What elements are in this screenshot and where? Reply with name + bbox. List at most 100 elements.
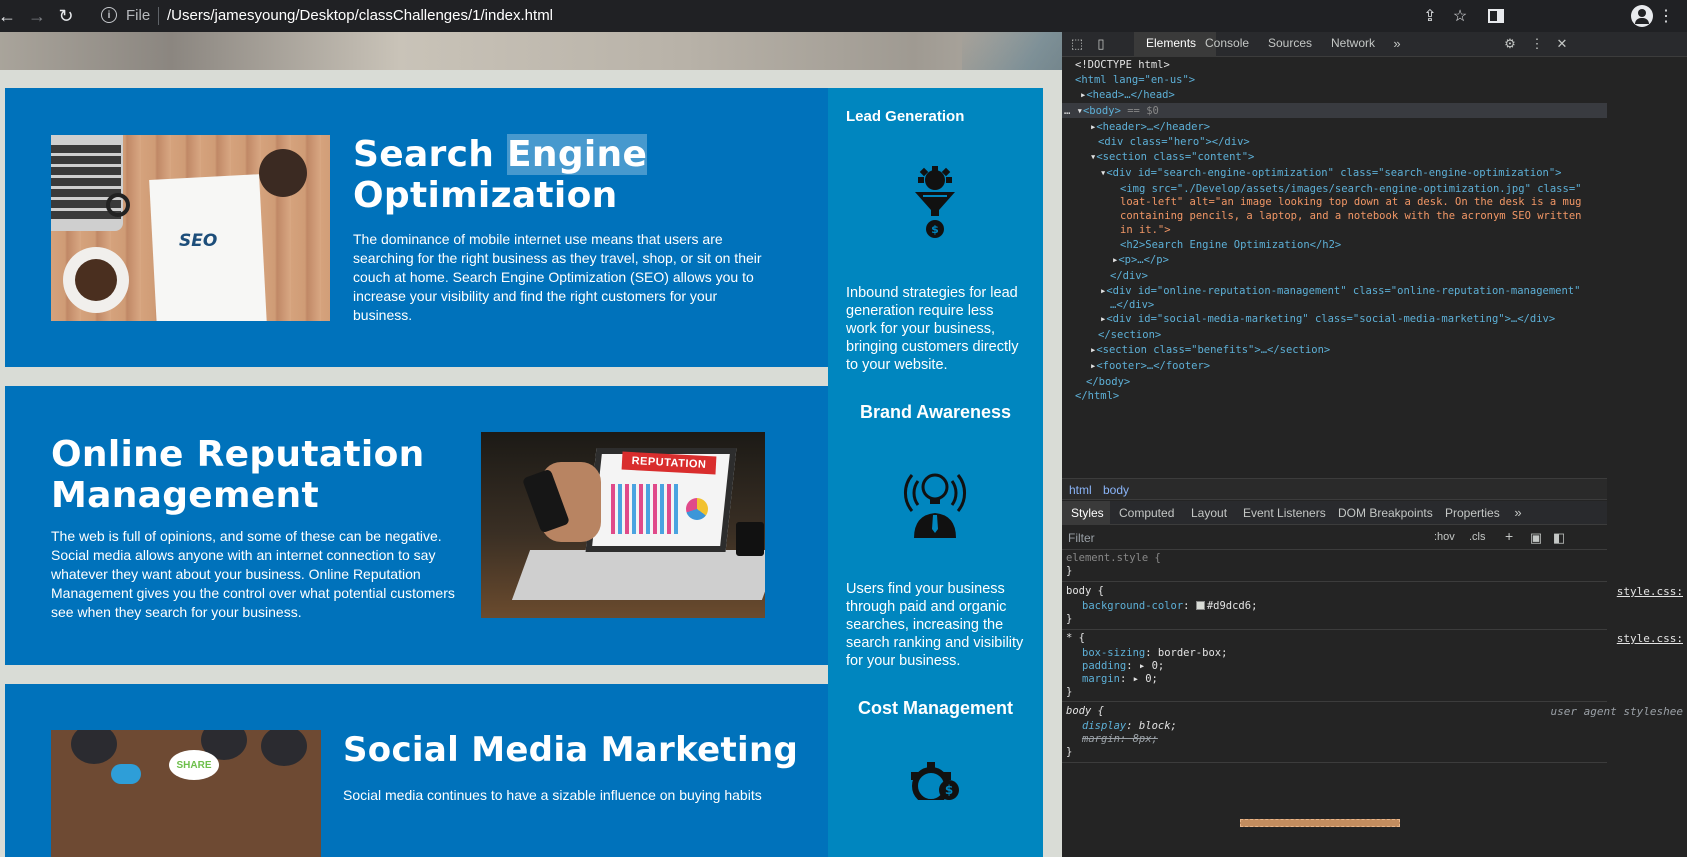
color-swatch[interactable] — [1195, 601, 1205, 610]
dom-section-content[interactable]: ▾<section class="content"> — [1090, 150, 1254, 164]
dom-img-line-3[interactable]: containing pencils, a laptop, and a note… — [1120, 209, 1581, 223]
orm-image: REPUTATION — [481, 432, 765, 618]
dom-html-open[interactable]: <html lang="en-us"> — [1075, 73, 1195, 87]
rule-star-margin[interactable]: margin: ▸ 0; — [1082, 673, 1158, 686]
computed-styles-icon[interactable]: ▣ — [1529, 531, 1543, 545]
rule-star-source-link[interactable]: style.css: — [1617, 632, 1683, 645]
close-devtools-icon[interactable]: ✕ — [1555, 37, 1569, 51]
more-menu-icon[interactable]: ⋮ — [1656, 6, 1676, 26]
dom-p[interactable]: ▸<p>…</p> — [1112, 253, 1169, 267]
seo-image: SEO — [51, 135, 330, 321]
dom-div-smm[interactable]: ▸<div id="social-media-marketing" class=… — [1100, 312, 1555, 326]
dom-hero[interactable]: <div class="hero"></div> — [1098, 135, 1250, 149]
filter-input[interactable]: Filter — [1068, 531, 1095, 545]
dom-img-line-1[interactable]: <img src="./Develop/assets/images/search… — [1120, 182, 1581, 196]
dom-section-close[interactable]: </section> — [1098, 328, 1161, 342]
rule-element-style[interactable]: element.style { — [1066, 552, 1161, 565]
dom-html-close[interactable]: </html> — [1075, 389, 1119, 403]
hero-image — [0, 32, 1142, 70]
rule-star-box-sizing[interactable]: box-sizing: border-box; — [1082, 647, 1227, 660]
forward-arrow-icon[interactable]: → — [26, 6, 48, 26]
dom-div-orm-close[interactable]: …</div> — [1110, 298, 1154, 312]
smm-card: SHARE Social Media Marketing Social medi… — [5, 684, 874, 857]
tab-computed[interactable]: Computed — [1119, 506, 1174, 520]
styles-filter-bar: Filter :hov .cls + ▣ ◧ — [1062, 526, 1607, 550]
new-rule-button[interactable]: + — [1505, 528, 1513, 544]
dom-body-close[interactable]: </body> — [1086, 375, 1130, 389]
dom-head[interactable]: ▸<head>…</head> — [1080, 88, 1175, 102]
tab-network[interactable]: Network — [1331, 36, 1375, 50]
dom-footer[interactable]: ▸<footer>…</footer> — [1090, 359, 1210, 373]
brand-awareness-body: Users find your business through paid an… — [846, 581, 1024, 669]
hov-toggle[interactable]: :hov — [1434, 531, 1455, 543]
tab-dom-breakpoints[interactable]: DOM Breakpoints — [1338, 506, 1433, 520]
orm-body: The web is full of opinions, and some of… — [51, 528, 455, 620]
benefits-aside: Lead Generation $ Inbound strategies for… — [828, 88, 1043, 857]
svg-text:$: $ — [945, 783, 953, 797]
rule-divider — [1062, 581, 1607, 582]
share-icon[interactable]: ⇪ — [1420, 6, 1440, 26]
rule-star-close: } — [1066, 686, 1073, 698]
tab-console[interactable]: Console — [1205, 36, 1249, 50]
tab-sources[interactable]: Sources — [1268, 36, 1312, 50]
tab-event-listeners[interactable]: Event Listeners — [1243, 506, 1326, 520]
gear-dollar-icon: $ — [905, 760, 965, 805]
dom-section-benefits[interactable]: ▸<section class="benefits">…</section> — [1090, 343, 1330, 357]
seo-card: SEO Search Engine Optimization The domina… — [5, 88, 874, 367]
tab-elements[interactable]: Elements — [1146, 36, 1196, 50]
profile-avatar[interactable] — [1631, 5, 1653, 27]
dom-breadcrumb: html body — [1062, 478, 1607, 500]
breadcrumb-html[interactable]: html — [1069, 483, 1092, 497]
dom-img-line-4[interactable]: in it."> — [1120, 223, 1171, 237]
inspect-element-icon[interactable]: ⬚ — [1070, 37, 1084, 51]
rule-ua-margin-overridden[interactable]: margin: 8px; — [1082, 733, 1158, 746]
bookmark-star-icon[interactable]: ☆ — [1450, 6, 1470, 26]
svg-text:$: $ — [931, 223, 939, 236]
rule-star-selector[interactable]: * { — [1066, 632, 1085, 645]
lead-generation-body: Inbound strategies for lead generation r… — [846, 285, 1019, 373]
device-toolbar-icon[interactable]: ▯ — [1094, 37, 1108, 51]
breadcrumb-body[interactable]: body — [1103, 483, 1129, 497]
box-model-diagram[interactable] — [1240, 819, 1400, 827]
more-tabs-icon[interactable]: » — [1390, 37, 1404, 51]
styles-tab-bar: Styles Computed Layout Event Listeners D… — [1062, 501, 1607, 525]
dom-div-close[interactable]: </div> — [1110, 269, 1148, 283]
side-panel-icon[interactable] — [1486, 6, 1506, 26]
rule-ua-selector[interactable]: body { — [1066, 705, 1104, 718]
dom-div-orm[interactable]: ▸<div id="online-reputation-management" … — [1100, 284, 1580, 298]
dom-doctype[interactable]: <!DOCTYPE html> — [1075, 58, 1170, 72]
rule-star-padding[interactable]: padding: ▸ 0; — [1082, 660, 1164, 673]
dom-img-line-2[interactable]: loat-left" alt="an image looking top dow… — [1120, 195, 1581, 209]
settings-gear-icon[interactable]: ⚙ — [1503, 37, 1517, 51]
cls-toggle[interactable]: .cls — [1469, 531, 1486, 543]
tab-layout[interactable]: Layout — [1191, 506, 1227, 520]
smm-body: Social media continues to have a sizable… — [343, 787, 762, 803]
more-style-tabs-icon[interactable]: » — [1511, 506, 1525, 520]
tab-properties[interactable]: Properties — [1445, 506, 1500, 520]
site-info-icon[interactable]: i — [101, 7, 117, 23]
dom-h2[interactable]: <h2>Search Engine Optimization</h2> — [1120, 238, 1341, 252]
address-bar-url[interactable]: /Users/jamesyoung/Desktop/classChallenge… — [167, 7, 553, 24]
rule-ua-close: } — [1066, 746, 1073, 758]
page-viewport: SEO Search Engine Optimization The domina… — [0, 32, 1142, 857]
dom-body-open[interactable]: … ▾<body> == $0 — [1064, 104, 1159, 118]
rule-element-style-close: } — [1066, 565, 1073, 577]
rule-divider — [1062, 762, 1607, 763]
devtools-menu-icon[interactable]: ⋮ — [1530, 37, 1544, 51]
rule-body-selector[interactable]: body { — [1066, 585, 1104, 598]
funnel-gear-dollar-icon: $ — [913, 166, 957, 245]
seo-body: The dominance of mobile internet use mea… — [353, 231, 762, 323]
reload-icon[interactable]: ↻ — [55, 6, 77, 26]
rule-body-background[interactable]: background-color: #d9dcd6; — [1082, 600, 1257, 613]
devtools-tabs: ⬚ ▯ Elements Console Sources Network » ⚙… — [1062, 32, 1687, 57]
dom-header[interactable]: ▸<header>…</header> — [1090, 120, 1210, 134]
orm-title: Online Reputation Management — [51, 434, 425, 516]
tab-styles[interactable]: Styles — [1071, 506, 1104, 520]
lightbulb-person-icon — [900, 463, 970, 543]
rule-ua-display[interactable]: display: block; — [1082, 720, 1177, 733]
lead-generation-title: Lead Generation — [846, 108, 965, 125]
back-arrow-icon[interactable]: ← — [0, 6, 18, 26]
rule-body-source-link[interactable]: style.css: — [1617, 585, 1683, 598]
dom-div-seo[interactable]: ▾<div id="search-engine-optimization" cl… — [1100, 166, 1561, 180]
toggle-sidebar-icon[interactable]: ◧ — [1552, 531, 1566, 545]
